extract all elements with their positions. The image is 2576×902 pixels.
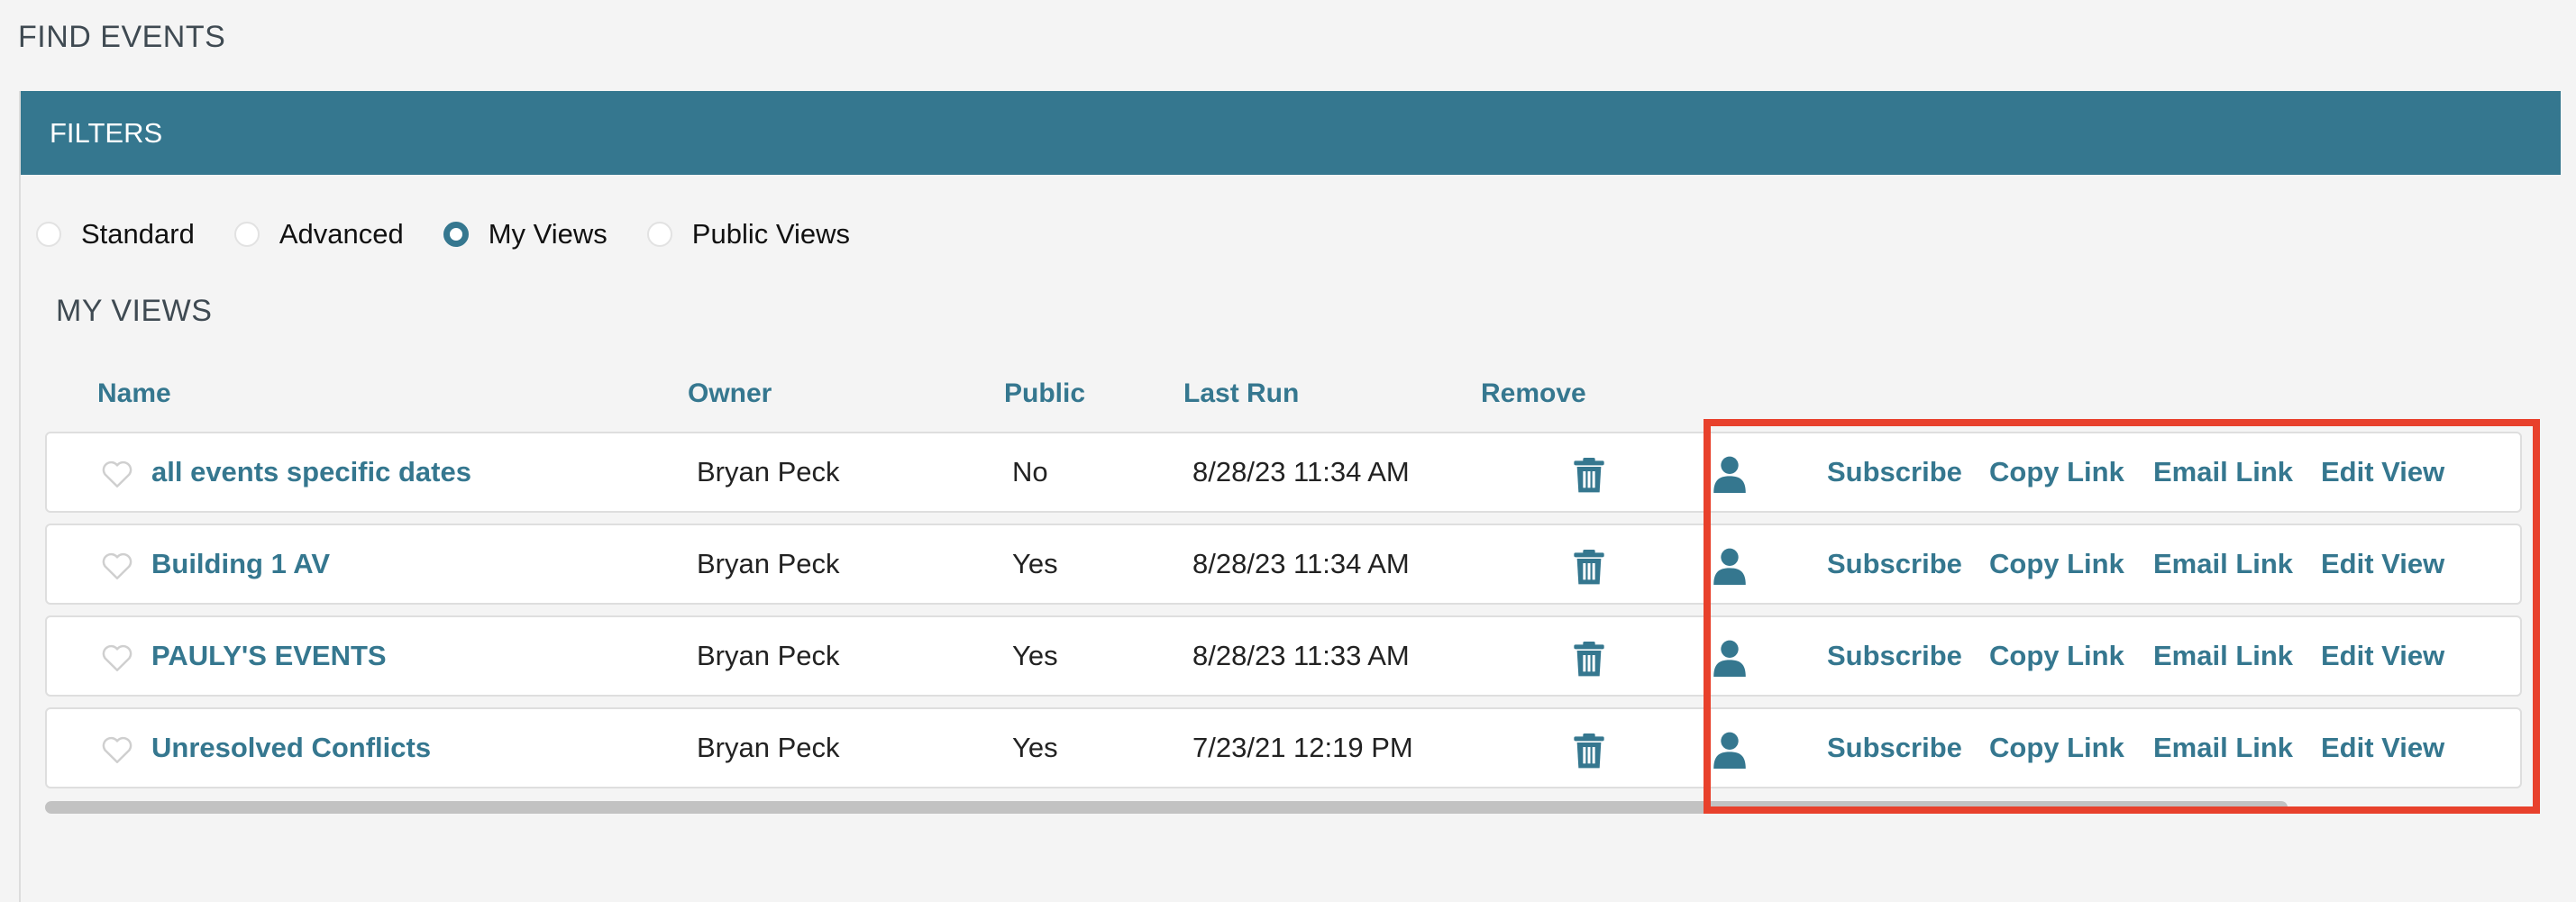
view-name-link[interactable]: PAULY'S EVENTS [151,617,387,695]
column-header-public[interactable]: Public [1004,378,1085,409]
scrollbar-thumb[interactable] [45,801,2288,814]
owner-cell: Bryan Peck [697,456,840,487]
edit-view-link[interactable]: Edit View [2321,617,2444,695]
copy-link[interactable]: Copy Link [1989,709,2124,787]
email-link[interactable]: Email Link [2153,525,2293,603]
trash-icon[interactable] [1574,642,1604,678]
view-name-link[interactable]: Unresolved Conflicts [151,709,431,787]
column-header-last-run[interactable]: Last Run [1183,378,1299,409]
last-run-cell: 8/28/23 11:33 AM [1192,640,1410,671]
subscribe-link[interactable]: Subscribe [1827,525,1962,603]
table-row: PAULY'S EVENTS Bryan Peck Yes 8/28/23 11… [45,615,2522,697]
table-row: Unresolved Conflicts Bryan Peck Yes 7/23… [45,707,2522,788]
radio-public-views[interactable]: Public Views [646,218,850,251]
subscribe-link[interactable]: Subscribe [1827,617,1962,695]
last-run-cell: 7/23/21 12:19 PM [1192,732,1413,763]
last-run-cell: 8/28/23 11:34 AM [1192,456,1410,487]
person-icon [1713,640,1746,677]
horizontal-scrollbar[interactable] [45,801,2522,814]
person-icon [1713,456,1746,493]
copy-link[interactable]: Copy Link [1989,525,2124,603]
edit-view-link[interactable]: Edit View [2321,433,2444,511]
public-cell: No [1012,456,1048,487]
radio-my-views-circle[interactable] [443,222,469,247]
radio-standard-label: Standard [81,218,195,250]
table-row: Building 1 AV Bryan Peck Yes 8/28/23 11:… [45,524,2522,605]
person-icon [1713,732,1746,769]
email-link[interactable]: Email Link [2153,617,2293,695]
column-header-remove: Remove [1481,378,1586,408]
email-link[interactable]: Email Link [2153,709,2293,787]
radio-advanced-label: Advanced [279,218,404,250]
copy-link[interactable]: Copy Link [1989,617,2124,695]
edit-view-link[interactable]: Edit View [2321,709,2444,787]
trash-icon[interactable] [1574,550,1604,586]
trash-icon[interactable] [1574,733,1604,770]
public-cell: Yes [1012,548,1058,579]
view-type-radio-group: Standard Advanced My Views Public Views [36,213,890,256]
public-cell: Yes [1012,732,1058,763]
trash-icon[interactable] [1574,458,1604,494]
heart-outline-icon[interactable] [99,735,135,764]
radio-advanced-circle[interactable] [233,222,260,247]
radio-public-views-circle[interactable] [646,222,672,247]
my-views-title: MY VIEWS [56,294,213,328]
filters-header: FILTERS [21,91,2561,175]
subscribe-link[interactable]: Subscribe [1827,709,1962,787]
heart-outline-icon[interactable] [99,460,135,488]
edit-view-link[interactable]: Edit View [2321,525,2444,603]
column-header-name[interactable]: Name [97,378,171,409]
radio-standard-circle[interactable] [36,222,61,247]
table-row: all events specific dates Bryan Peck No … [45,432,2522,513]
radio-my-views-label: My Views [488,218,607,250]
person-icon [1713,548,1746,585]
owner-cell: Bryan Peck [697,548,840,579]
radio-standard[interactable]: Standard [36,218,195,251]
subscribe-link[interactable]: Subscribe [1827,433,1962,511]
heart-outline-icon[interactable] [99,551,135,580]
email-link[interactable]: Email Link [2153,433,2293,511]
radio-advanced[interactable]: Advanced [233,218,404,251]
radio-my-views[interactable]: My Views [443,218,607,251]
view-name-link[interactable]: all events specific dates [151,433,471,511]
radio-public-views-label: Public Views [691,218,850,250]
heart-outline-icon[interactable] [99,643,135,672]
page-title: FIND EVENTS [18,20,226,54]
public-cell: Yes [1012,640,1058,671]
owner-cell: Bryan Peck [697,732,840,763]
owner-cell: Bryan Peck [697,640,840,671]
column-header-owner[interactable]: Owner [688,378,772,409]
copy-link[interactable]: Copy Link [1989,433,2124,511]
last-run-cell: 8/28/23 11:34 AM [1192,548,1410,579]
view-name-link[interactable]: Building 1 AV [151,525,330,603]
